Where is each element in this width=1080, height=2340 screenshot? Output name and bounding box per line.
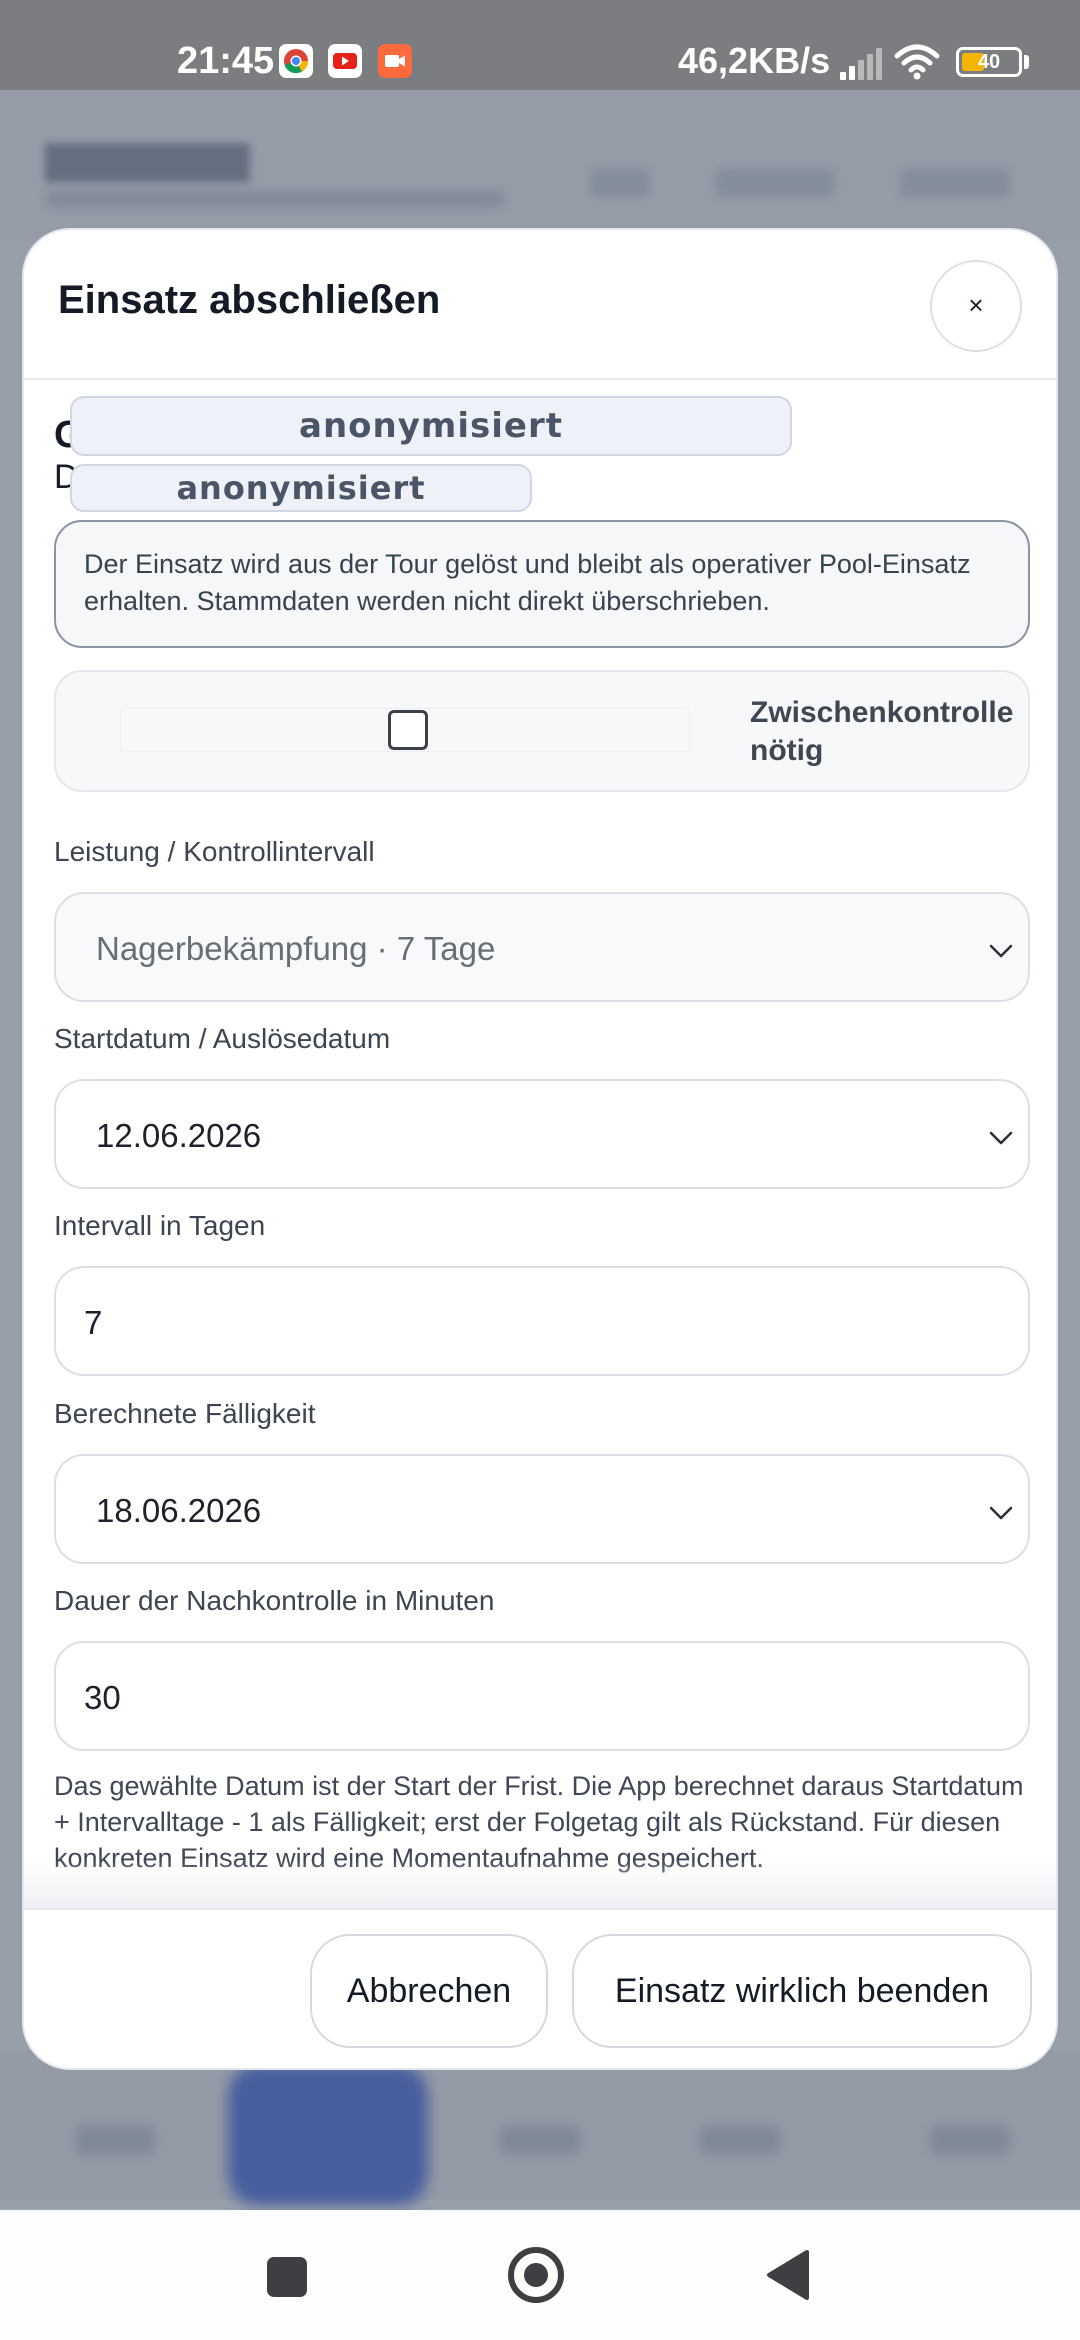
interval-label: Intervall in Tagen (54, 1210, 266, 1241)
confirm-end-assignment-button[interactable]: Einsatz wirklich beenden (572, 1934, 1032, 2048)
dialog-footer: Abbrechen Einsatz wirklich beenden (24, 1908, 1056, 2068)
complete-assignment-dialog: Einsatz abschließen × G D anonymisiert a… (22, 228, 1058, 2070)
dialog-header: Einsatz abschließen × (24, 230, 1056, 380)
cancel-button[interactable]: Abbrechen (310, 1934, 548, 2048)
dialog-body: G D anonymisiert anonymisiert Der Einsat… (24, 380, 1056, 1908)
chevron-down-icon (989, 1131, 1013, 1145)
due-date-select[interactable]: 18.06.2026 (54, 1454, 1030, 1564)
home-icon (524, 2263, 548, 2287)
wifi-icon (894, 44, 940, 80)
info-notice: Der Einsatz wird aus der Tour gelöst und… (54, 520, 1030, 648)
interim-check-label: Zwischenkontrolle nötig (750, 696, 1014, 767)
camera-icon (378, 44, 412, 78)
youtube-icon (328, 44, 362, 78)
start-date-select[interactable]: 12.06.2026 (54, 1079, 1030, 1189)
duration-value: 30 (84, 1679, 121, 1716)
duration-input[interactable]: 30 (54, 1641, 1030, 1751)
service-select[interactable]: Nagerbekämpfung · 7 Tage (54, 892, 1030, 1002)
interval-input[interactable]: 7 (54, 1266, 1030, 1376)
due-date-label: Berechnete Fälligkeit (54, 1398, 316, 1429)
status-time: 21:45 (177, 40, 275, 82)
back-button[interactable] (763, 2248, 811, 2302)
system-navigation-bar (0, 2210, 1080, 2340)
recent-apps-button[interactable] (267, 2257, 307, 2297)
chevron-down-icon (989, 1506, 1013, 1520)
scroll-fade (24, 1860, 1056, 1908)
due-date-value: 18.06.2026 (96, 1492, 262, 1529)
network-speed: 46,2KB/s (678, 40, 831, 81)
battery-icon: 40 (956, 47, 1022, 77)
close-button[interactable]: × (930, 260, 1022, 352)
chrome-icon (279, 44, 313, 78)
redaction-label: anonymisiert (70, 464, 532, 512)
service-value: Nagerbekämpfung · 7 Tage (96, 930, 496, 967)
chevron-down-icon (989, 944, 1013, 958)
status-bar: 21:45 46,2KB/s 40 (0, 0, 1080, 90)
dialog-title: Einsatz abschließen (58, 278, 441, 322)
signal-icon (840, 48, 882, 80)
start-date-label: Startdatum / Auslösedatum (54, 1023, 391, 1054)
service-label: Leistung / Kontrollintervall (54, 836, 375, 867)
duration-label: Dauer der Nachkontrolle in Minuten (54, 1585, 495, 1616)
battery-level: 40 (977, 51, 1001, 73)
battery-nub (1024, 55, 1029, 69)
interim-check-checkbox[interactable] (388, 710, 428, 750)
home-button[interactable] (508, 2247, 564, 2303)
start-date-value: 12.06.2026 (96, 1117, 262, 1154)
redaction-label: anonymisiert (70, 396, 792, 456)
interval-value: 7 (84, 1304, 103, 1341)
interim-check-toggle[interactable]: Zwischenkontrolle nötig (54, 670, 1030, 792)
